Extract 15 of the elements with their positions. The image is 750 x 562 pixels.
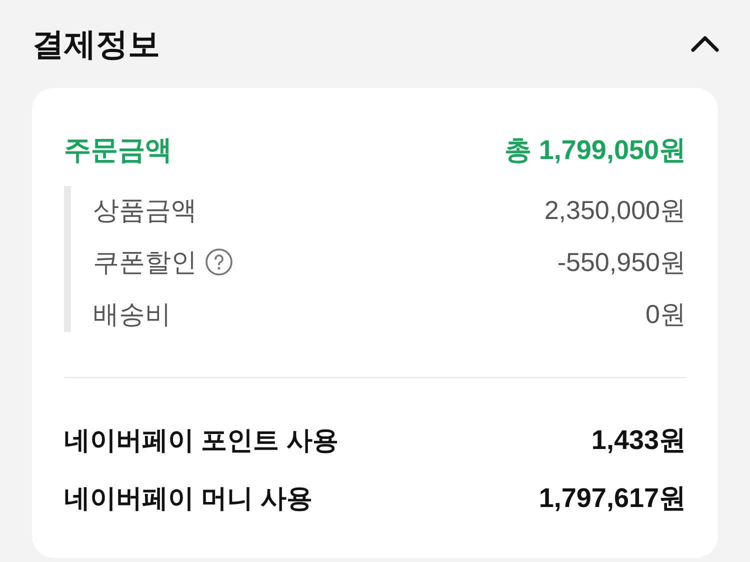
payment-label: 네이버페이 머니 사용 [64,482,312,514]
payment-label: 네이버페이 포인트 사용 [64,424,338,456]
row-value: 2,350,000원 [544,194,686,226]
row-label: 배송비 [93,298,171,330]
help-icon[interactable] [205,248,233,276]
order-amount-label: 주문금액 [64,134,172,167]
chevron-up-icon[interactable] [690,35,720,53]
order-amount-total: 총 1,799,050원 [504,134,686,167]
payment-amount: 1,433원 [591,424,686,457]
row-value: -550,950원 [557,246,686,278]
section-title: 결제정보 [32,25,160,64]
row-value: 0원 [646,298,686,330]
payment-amount: 1,797,617원 [538,482,686,515]
row-label: 상품금액 [93,194,197,226]
row-label: 쿠폰할인 [93,246,197,278]
